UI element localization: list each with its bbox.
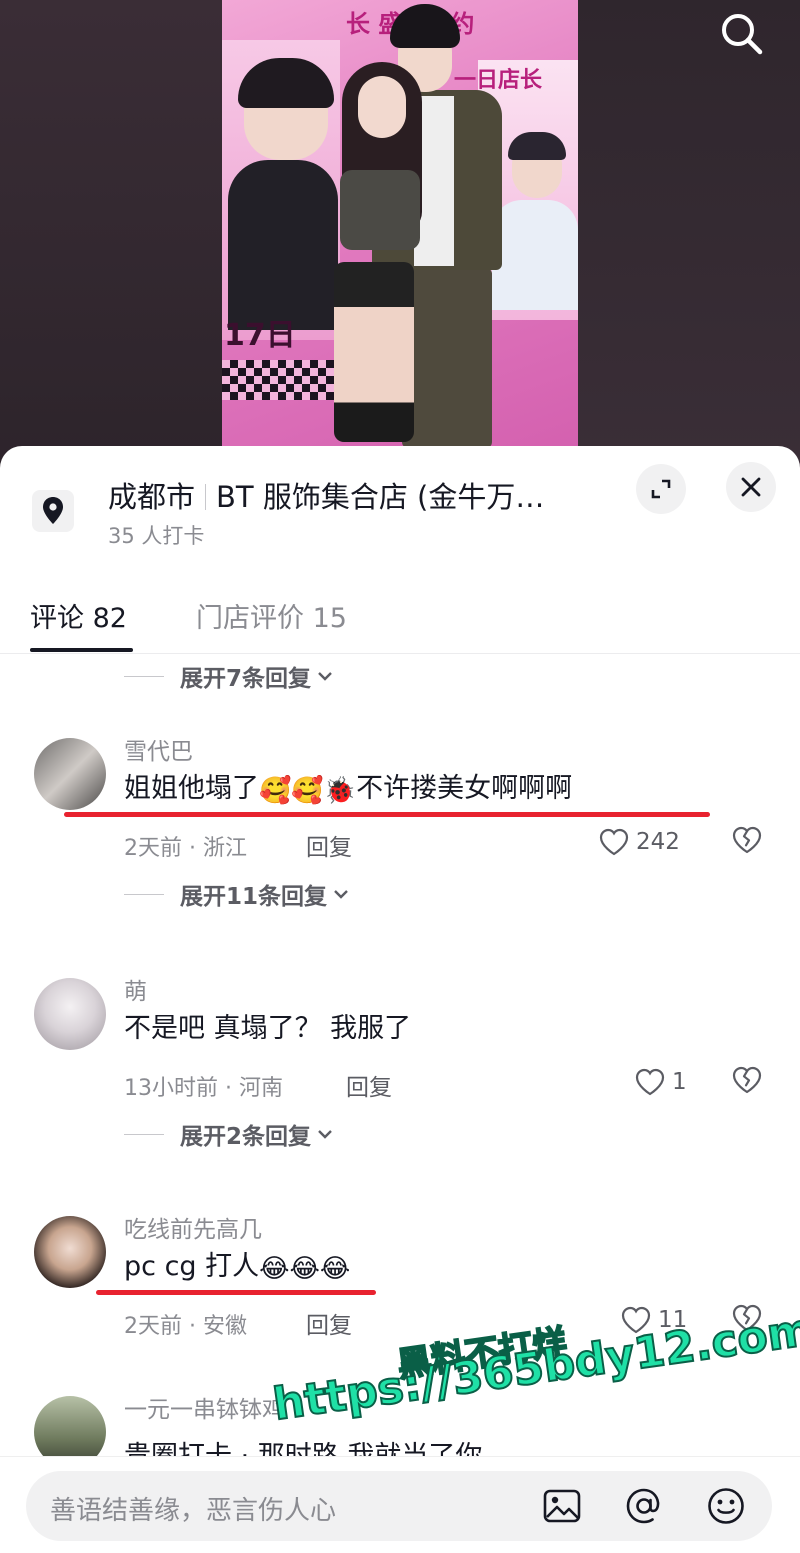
search-icon[interactable] <box>716 8 768 60</box>
emoji: 😂 <box>259 1254 290 1284</box>
location-city: 成都市 <box>108 480 196 514</box>
expand-replies-button[interactable]: 展开11条回复 <box>124 876 349 912</box>
emoji-icon[interactable] <box>706 1486 746 1526</box>
video-photo[interactable]: 长 盛夏携约 一日店长 17日 <box>0 0 800 470</box>
expand-replies-button[interactable]: 展开2条回复 <box>124 1116 333 1152</box>
emoji: 😂 <box>319 1254 351 1284</box>
broken-heart-icon <box>732 1066 762 1094</box>
comment-meta: 2天前 · 安徽 <box>124 1314 247 1339</box>
comment-username[interactable]: 雪代巴 <box>124 732 193 766</box>
at-icon[interactable] <box>624 1486 664 1526</box>
broken-heart-icon <box>732 826 762 854</box>
like-button[interactable]: 1 <box>634 1064 687 1100</box>
expand-button[interactable] <box>636 464 686 514</box>
poster-checker-pattern <box>222 360 342 400</box>
red-underline-annotation <box>96 1290 376 1295</box>
chevron-down-icon <box>318 672 332 681</box>
comment-username[interactable]: 吃线前先高几 <box>124 1210 262 1244</box>
photo-blur-right <box>578 0 800 470</box>
comment-username[interactable]: 萌 <box>124 972 147 1006</box>
red-underline-annotation <box>64 812 710 817</box>
location-header[interactable]: 成都市 BT 服饰集合店 (金牛万… 35 人打卡 <box>0 446 800 566</box>
image-icon[interactable] <box>542 1486 582 1526</box>
heart-icon <box>635 1068 665 1096</box>
dislike-button[interactable] <box>730 824 768 860</box>
emoji: 😂 <box>289 1254 320 1284</box>
comment-username[interactable]: 一元一串钵钵鸡 <box>124 1390 285 1424</box>
tab-bar: 评论 82 门店评价 15 <box>0 580 800 654</box>
poster-left <box>222 40 340 340</box>
chevron-down-icon <box>334 890 348 899</box>
photo-blur-left <box>0 0 222 470</box>
location-store: BT 服饰集合店 (金牛万… <box>216 480 545 514</box>
like-button[interactable]: 242 <box>598 824 680 860</box>
expand-replies-button[interactable]: 展开7条回复 <box>124 658 333 694</box>
comment-meta: 2天前 · 浙江 <box>124 836 247 861</box>
like-count: 242 <box>636 829 680 855</box>
person-boy <box>402 268 492 448</box>
location-title[interactable]: 成都市 BT 服饰集合店 (金牛万… <box>108 474 544 516</box>
poster-date: 17日 <box>224 318 296 353</box>
emoji: 🥰 <box>291 776 324 806</box>
heart-icon <box>599 828 629 856</box>
avatar[interactable] <box>34 978 106 1050</box>
divider <box>205 484 207 510</box>
comment-input-bar: 善语结善缘，恶言伤人心 <box>0 1456 800 1553</box>
avatar[interactable] <box>34 738 106 810</box>
close-button[interactable] <box>726 462 776 512</box>
dislike-button[interactable] <box>730 1064 768 1100</box>
avatar[interactable] <box>34 1216 106 1288</box>
emoji: 🐞 <box>323 776 357 806</box>
reply-button[interactable]: 回复 <box>306 1306 352 1340</box>
tab-store-reviews[interactable]: 门店评价 15 <box>196 596 347 635</box>
location-pin-icon <box>32 490 74 532</box>
reply-button[interactable]: 回复 <box>346 1068 392 1102</box>
like-count: 1 <box>672 1069 687 1095</box>
checkin-count: 35 人打卡 <box>108 524 205 548</box>
tab-active-indicator <box>30 648 133 652</box>
comment-text: pc cg 打人😂😂😂 <box>124 1251 351 1284</box>
reply-button[interactable]: 回复 <box>306 828 352 862</box>
comment-meta: 13小时前 · 河南 <box>124 1076 283 1101</box>
expand-icon <box>651 479 671 499</box>
person-girl <box>334 262 414 442</box>
comment-text: 不是吧 真塌了？ 我服了 <box>124 1013 412 1044</box>
chevron-down-icon <box>318 1130 332 1139</box>
comment-input-placeholder[interactable]: 善语结善缘，恶言伤人心 <box>50 1490 336 1527</box>
comment-text: 姐姐他塌了🥰🥰🐞不许搂美女啊啊啊 <box>124 773 573 806</box>
photo-main: 长 盛夏携约 一日店长 17日 <box>222 0 578 470</box>
expand-replies-label: 展开11条回复 <box>180 884 328 910</box>
expand-replies-label: 展开7条回复 <box>180 666 312 692</box>
expand-replies-label: 展开2条回复 <box>180 1124 312 1150</box>
emoji: 🥰 <box>259 776 292 806</box>
tab-comments[interactable]: 评论 82 <box>30 596 127 635</box>
close-icon <box>741 477 761 497</box>
